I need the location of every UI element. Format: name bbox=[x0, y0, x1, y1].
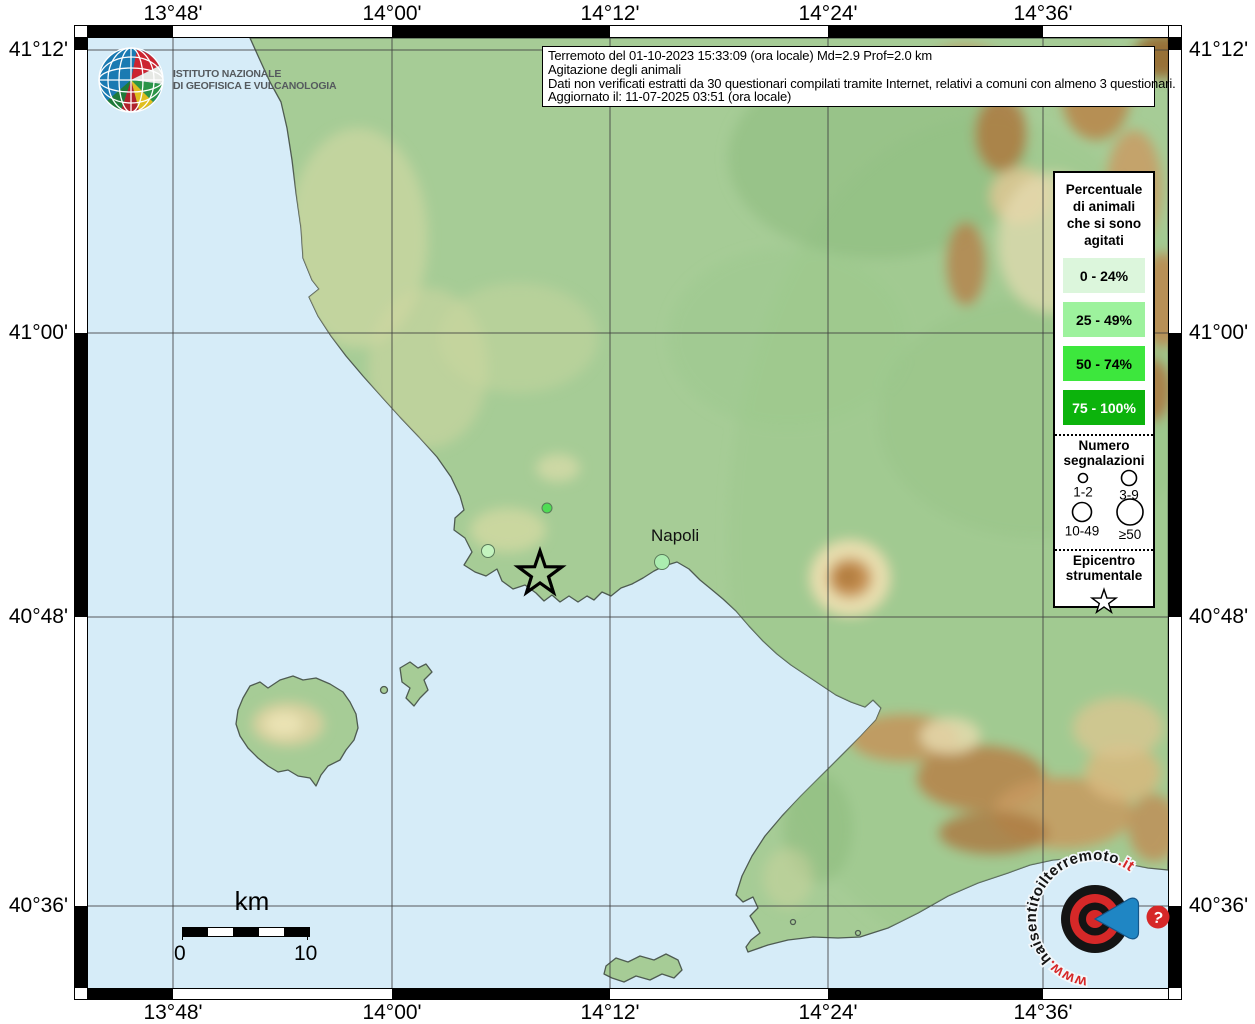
axis-label-left-1: 41°00' bbox=[9, 321, 68, 345]
scale-bar-end: 10 bbox=[294, 942, 317, 966]
legend-swatch-2: 50 - 74% bbox=[1063, 346, 1145, 381]
axis-label-bottom-1: 14°00' bbox=[362, 1001, 421, 1024]
hsit-logo: ? www.haisentitoilterremoto.it bbox=[1018, 840, 1178, 1000]
scale-bar-start: 0 bbox=[174, 942, 186, 966]
svg-text:≥50: ≥50 bbox=[1119, 527, 1141, 540]
axis-label-right-1: 41°00' bbox=[1189, 321, 1248, 345]
updated-at: Aggiornato il: 11-07-2025 03:51 (ora loc… bbox=[548, 90, 1149, 104]
event-info-box: Terremoto del 01-10-2023 15:33:09 (ora l… bbox=[542, 46, 1155, 107]
axis-label-right-3: 40°36' bbox=[1189, 894, 1248, 918]
axis-label-right-2: 40°48' bbox=[1189, 605, 1248, 629]
epicenter-star-icon bbox=[1089, 587, 1119, 615]
axis-label-bottom-0: 13°48' bbox=[143, 1001, 202, 1024]
legend-swatch-1: 25 - 49% bbox=[1063, 302, 1145, 337]
scale-bar-unit: km bbox=[222, 886, 282, 917]
scale-bar-segments bbox=[182, 927, 310, 937]
svg-text:10-49: 10-49 bbox=[1065, 524, 1100, 539]
axis-label-bottom-4: 14°36' bbox=[1013, 1001, 1072, 1024]
legend-pct-title: Percentuale di animali che si sono agita… bbox=[1055, 173, 1153, 249]
hsit-map-page: Napoli 13°48'14°00'14°12'14°24'14°36'13°… bbox=[0, 0, 1255, 1024]
legend-counts-title: Numero segnalazioni bbox=[1055, 436, 1153, 468]
legend-count-circles: 1-23-910-49≥50 bbox=[1055, 468, 1153, 540]
ingv-logo: ISTITUTO NAZIONALE DI GEOFISICA E VULCAN… bbox=[95, 44, 336, 116]
ingv-globe-icon bbox=[95, 44, 167, 116]
axis-label-right-0: 41°12' bbox=[1189, 38, 1248, 62]
axis-label-left-0: 41°12' bbox=[9, 38, 68, 62]
data-disclaimer: Dati non verificati estratti da 30 quest… bbox=[548, 77, 1149, 91]
axis-label-top-4: 14°36' bbox=[1013, 2, 1072, 26]
axis-label-top-2: 14°12' bbox=[580, 2, 639, 26]
legend-epicenter-title: Epicentro strumentale bbox=[1055, 551, 1153, 583]
axis-label-bottom-3: 14°24' bbox=[798, 1001, 857, 1024]
legend-swatch-0: 0 - 24% bbox=[1063, 258, 1145, 293]
axis-label-top-0: 13°48' bbox=[143, 2, 202, 26]
legend-pct-swatches: 0 - 24% 25 - 49% 50 - 74% 75 - 100% bbox=[1055, 258, 1153, 425]
axis-label-left-2: 40°48' bbox=[9, 605, 68, 629]
event-title: Terremoto del 01-10-2023 15:33:09 (ora l… bbox=[548, 49, 1149, 63]
axis-label-top-3: 14°24' bbox=[798, 2, 857, 26]
legend-swatch-3: 75 - 100% bbox=[1063, 390, 1145, 425]
svg-text:1-2: 1-2 bbox=[1073, 485, 1093, 500]
legend: Percentuale di animali che si sono agita… bbox=[1053, 171, 1155, 608]
axis-label-top-1: 14°00' bbox=[362, 2, 421, 26]
ingv-wordmark: ISTITUTO NAZIONALE DI GEOFISICA E VULCAN… bbox=[173, 68, 336, 92]
axis-label-bottom-2: 14°12' bbox=[580, 1001, 639, 1024]
axis-label-left-3: 40°36' bbox=[9, 894, 68, 918]
map-subject: Agitazione degli animali bbox=[548, 63, 1149, 77]
